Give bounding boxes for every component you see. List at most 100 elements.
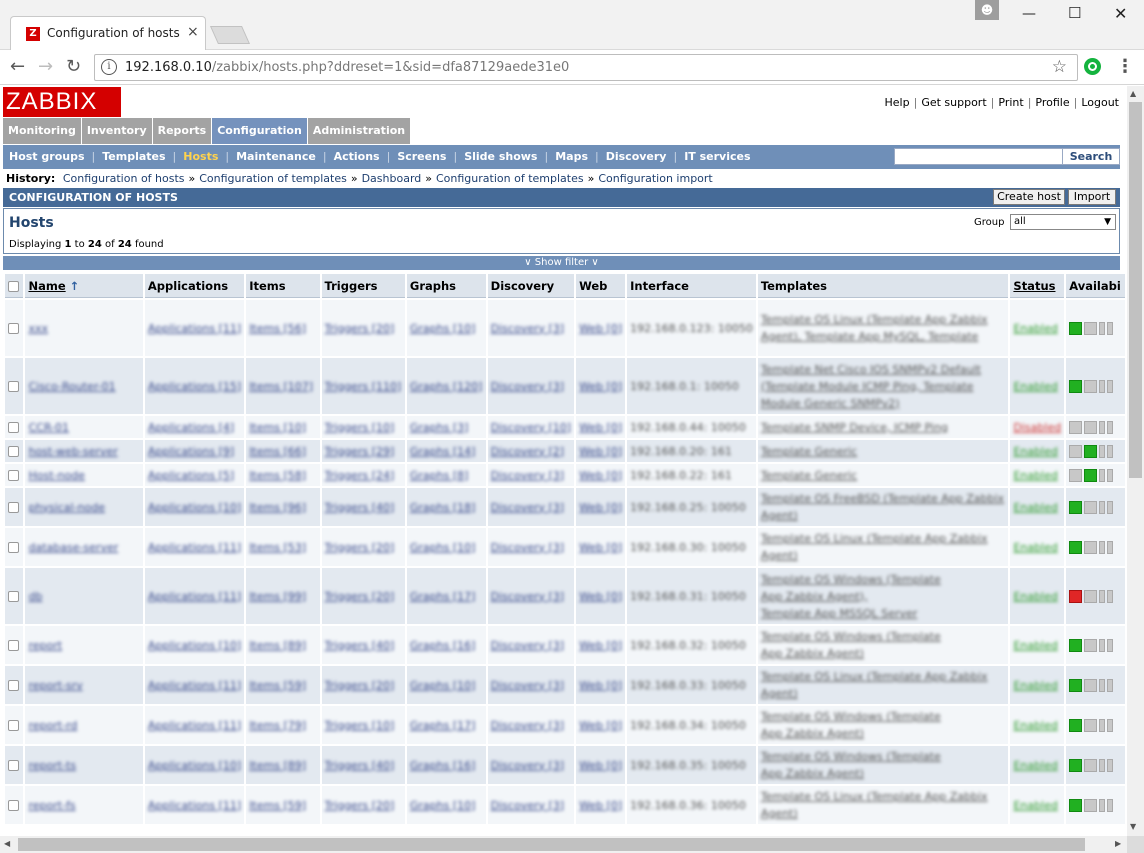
discovery-link[interactable]: Discovery [3]	[491, 590, 564, 603]
submenu-host-groups[interactable]: Host groups	[9, 150, 85, 163]
user-profile-icon[interactable]: ☻	[975, 0, 999, 20]
zabbix-logo[interactable]: ZABBIX	[3, 87, 121, 117]
template-link[interactable]: Template OS Linux (Template App Zabbix	[761, 530, 1006, 547]
triggers-link[interactable]: Triggers [20]	[325, 322, 395, 335]
applications-link[interactable]: Applications [15]	[148, 380, 241, 393]
items-link[interactable]: Items [59]	[249, 799, 306, 812]
graphs-link[interactable]: Graphs [3]	[410, 421, 469, 434]
submenu-maps[interactable]: Maps	[555, 150, 588, 163]
row-checkbox[interactable]	[8, 422, 19, 433]
column-status[interactable]: Status	[1010, 274, 1065, 298]
row-checkbox[interactable]	[8, 446, 19, 457]
template-link[interactable]: Template Net Cisco IOS SNMPv2 Default	[761, 361, 1006, 378]
host-name-link[interactable]: db	[28, 590, 42, 603]
status-toggle[interactable]: Enabled	[1013, 799, 1057, 812]
url-text[interactable]: 192.168.0.10/zabbix/hosts.php?ddreset=1&…	[125, 60, 569, 75]
graphs-link[interactable]: Graphs [8]	[410, 469, 469, 482]
profile-link[interactable]: Profile	[1035, 96, 1069, 109]
triggers-link[interactable]: Triggers [10]	[325, 421, 395, 434]
history-item[interactable]: Dashboard	[362, 172, 422, 185]
import-button[interactable]: Import	[1068, 189, 1116, 205]
web-link[interactable]: Web [0]	[579, 719, 622, 732]
host-name-link[interactable]: xxx	[28, 322, 48, 335]
triggers-link[interactable]: Triggers [40]	[325, 639, 395, 652]
info-icon[interactable]: i	[101, 59, 117, 75]
applications-link[interactable]: Applications [10]	[148, 639, 241, 652]
template-link[interactable]: Template OS Linux (Template App Zabbix	[761, 311, 1006, 328]
discovery-link[interactable]: Discovery [3]	[491, 719, 564, 732]
items-link[interactable]: Items [107]	[249, 380, 313, 393]
forward-arrow-icon[interactable]: →	[38, 56, 53, 77]
triggers-link[interactable]: Triggers [40]	[325, 759, 395, 772]
maximize-icon[interactable]: ☐	[1068, 4, 1081, 22]
row-checkbox[interactable]	[8, 502, 19, 513]
host-name-link[interactable]: report-fs	[28, 799, 75, 812]
template-link[interactable]: (Template Module ICMP Ping, Template	[761, 378, 1006, 395]
host-name-link[interactable]: database-server	[28, 541, 118, 554]
row-checkbox[interactable]	[8, 760, 19, 771]
row-checkbox[interactable]	[8, 800, 19, 811]
graphs-link[interactable]: Graphs [10]	[410, 322, 476, 335]
triggers-link[interactable]: Triggers [20]	[325, 799, 395, 812]
triggers-link[interactable]: Triggers [20]	[325, 679, 395, 692]
template-link[interactable]: Agent)	[761, 547, 1006, 564]
history-item[interactable]: Configuration of hosts	[63, 172, 185, 185]
discovery-link[interactable]: Discovery [3]	[491, 759, 564, 772]
template-link[interactable]: Template Generic	[761, 467, 1006, 484]
show-filter-toggle[interactable]: ∨ Show filter ∨	[3, 256, 1120, 270]
row-checkbox[interactable]	[8, 680, 19, 691]
scroll-up-icon[interactable]: ▲	[1130, 89, 1136, 98]
select-all-checkbox[interactable]	[8, 280, 19, 292]
scroll-down-icon[interactable]: ▼	[1130, 822, 1136, 831]
search-button[interactable]: Search	[1062, 148, 1120, 165]
status-toggle[interactable]: Enabled	[1013, 445, 1057, 458]
column-name[interactable]: Name ↑	[25, 274, 143, 298]
minimize-icon[interactable]: —	[1022, 6, 1036, 22]
group-select[interactable]: all ▼	[1010, 214, 1116, 230]
template-link[interactable]: Agent)	[761, 805, 1006, 822]
items-link[interactable]: Items [58]	[249, 469, 306, 482]
triggers-link[interactable]: Triggers [29]	[325, 445, 395, 458]
items-link[interactable]: Items [53]	[249, 541, 306, 554]
menu-configuration[interactable]: Configuration	[212, 118, 308, 144]
row-checkbox[interactable]	[8, 323, 19, 334]
template-link[interactable]: App Zabbix Agent)	[761, 765, 1006, 782]
host-name-link[interactable]: host-web-server	[28, 445, 117, 458]
applications-link[interactable]: Applications [11]	[148, 541, 241, 554]
row-checkbox[interactable]	[8, 470, 19, 481]
web-link[interactable]: Web [0]	[579, 445, 622, 458]
window-close-icon[interactable]: ✕	[1114, 4, 1127, 23]
status-toggle[interactable]: Enabled	[1013, 380, 1057, 393]
host-name-link[interactable]: Cisco-Router-01	[28, 380, 115, 393]
graphs-link[interactable]: Graphs [17]	[410, 719, 476, 732]
scroll-right-icon[interactable]: ▶	[1115, 839, 1121, 848]
discovery-link[interactable]: Discovery [3]	[491, 380, 564, 393]
status-toggle[interactable]: Enabled	[1013, 719, 1057, 732]
row-checkbox[interactable]	[8, 381, 19, 392]
applications-link[interactable]: Applications [11]	[148, 799, 241, 812]
applications-link[interactable]: Applications [5]	[148, 469, 234, 482]
graphs-link[interactable]: Graphs [120]	[410, 380, 483, 393]
graphs-link[interactable]: Graphs [14]	[410, 445, 476, 458]
discovery-link[interactable]: Discovery [3]	[491, 799, 564, 812]
template-link[interactable]: Template OS Windows (Template	[761, 571, 1006, 588]
triggers-link[interactable]: Triggers [10]	[325, 719, 395, 732]
status-toggle[interactable]: Enabled	[1013, 541, 1057, 554]
template-link[interactable]: App Zabbix Agent),	[761, 588, 1006, 605]
template-link[interactable]: Module Generic SNMPv2)	[761, 395, 1006, 412]
create-host-button[interactable]: Create host	[993, 189, 1065, 205]
web-link[interactable]: Web [0]	[579, 380, 622, 393]
submenu-maintenance[interactable]: Maintenance	[236, 150, 316, 163]
graphs-link[interactable]: Graphs [10]	[410, 541, 476, 554]
browser-tab[interactable]: Z Configuration of hosts ×	[10, 16, 206, 50]
address-bar[interactable]: i 192.168.0.10/zabbix/hosts.php?ddreset=…	[94, 54, 1078, 81]
discovery-link[interactable]: Discovery [2]	[491, 445, 564, 458]
horizontal-scrollbar[interactable]: ◀ ▶	[0, 836, 1127, 853]
items-link[interactable]: Items [79]	[249, 719, 306, 732]
submenu-actions[interactable]: Actions	[334, 150, 380, 163]
submenu-slide-shows[interactable]: Slide shows	[464, 150, 537, 163]
discovery-link[interactable]: Discovery [3]	[491, 541, 564, 554]
template-link[interactable]: Agent), Template App MySQL, Template	[761, 328, 1006, 345]
status-toggle[interactable]: Enabled	[1013, 590, 1057, 603]
triggers-link[interactable]: Triggers [20]	[325, 541, 395, 554]
